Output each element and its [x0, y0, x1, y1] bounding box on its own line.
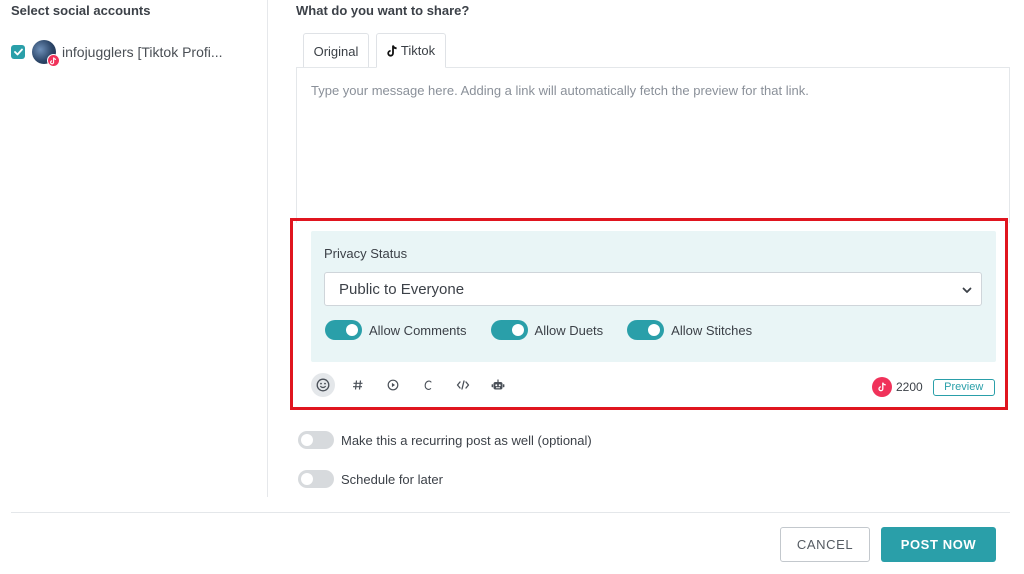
tab-tiktok-label: Tiktok — [400, 43, 436, 58]
tiktok-badge-icon — [47, 54, 60, 67]
accounts-panel: Select social accounts infojugglers [Tik… — [0, 0, 268, 497]
avatar — [32, 40, 60, 67]
post-now-button[interactable]: POST NOW — [881, 527, 996, 562]
schedule-option[interactable]: Schedule for later — [298, 470, 443, 488]
tiktok-icon — [387, 44, 397, 57]
tab-tiktok[interactable]: Tiktok — [376, 33, 446, 68]
message-placeholder: Type your message here. Adding a link wi… — [311, 83, 809, 98]
schedule-label: Schedule for later — [341, 471, 443, 487]
composer-heading: What do you want to share? — [296, 3, 470, 18]
highlight-frame — [290, 218, 1008, 410]
account-checkbox[interactable] — [11, 45, 25, 59]
tab-original[interactable]: Original — [303, 33, 369, 68]
tab-original-label: Original — [313, 43, 359, 59]
accounts-heading: Select social accounts — [11, 3, 151, 18]
check-icon — [13, 48, 23, 56]
recurring-toggle[interactable] — [298, 431, 334, 449]
message-editor[interactable]: Type your message here. Adding a link wi… — [296, 67, 1010, 223]
cancel-button[interactable]: CANCEL — [780, 527, 870, 562]
footer-divider — [11, 512, 1010, 513]
account-item[interactable]: infojugglers [Tiktok Profi... — [11, 40, 223, 67]
recurring-label: Make this a recurring post as well (opti… — [341, 432, 592, 448]
recurring-option[interactable]: Make this a recurring post as well (opti… — [298, 431, 592, 449]
schedule-toggle[interactable] — [298, 470, 334, 488]
account-name: infojugglers [Tiktok Profi... — [62, 44, 223, 60]
